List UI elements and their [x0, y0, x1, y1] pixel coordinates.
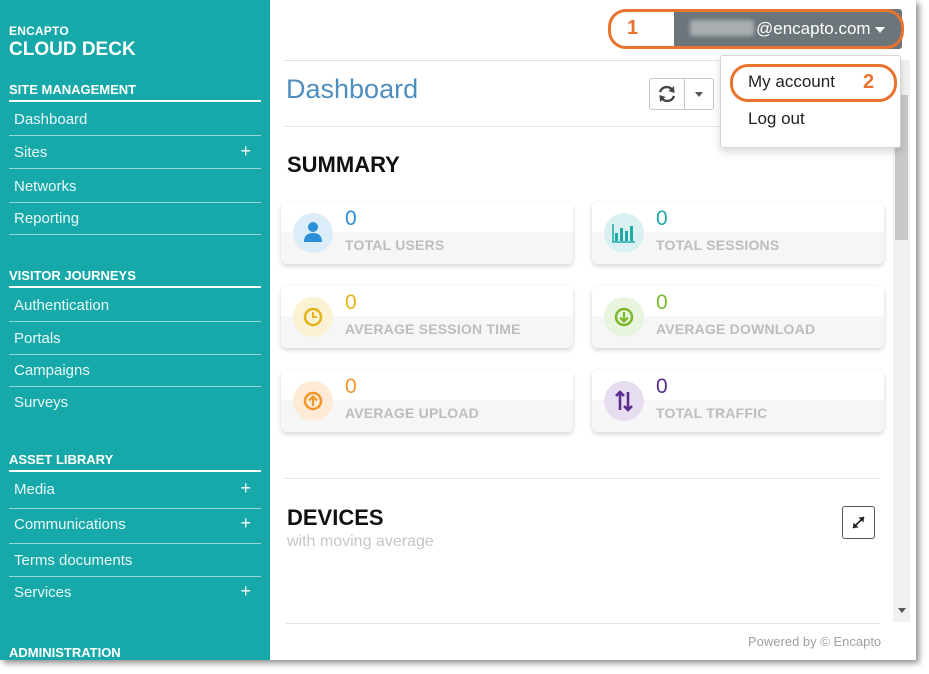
- sidebar-item-sites[interactable]: Sites +: [9, 137, 261, 169]
- sidebar-item-terms-documents[interactable]: Terms documents: [9, 545, 261, 577]
- caret-down-icon: [695, 92, 703, 97]
- sidebar-item-authentication[interactable]: Authentication: [9, 290, 261, 322]
- sidebar-item-label: Terms documents: [14, 552, 133, 569]
- stat-value: 0: [345, 291, 357, 314]
- stat-card-total-sessions: 0 TOTAL SESSIONS: [592, 202, 884, 264]
- page-title: Dashboard: [286, 74, 419, 104]
- devices-heading: DEVICES: [287, 505, 384, 530]
- sidebar-item-portals[interactable]: Portals: [9, 323, 261, 355]
- plus-icon[interactable]: +: [240, 513, 251, 534]
- stat-card-total-traffic: 0 TOTAL TRAFFIC: [592, 370, 884, 432]
- section-site-management: SITE MANAGEMENT: [9, 82, 261, 102]
- callout-number: 1: [627, 17, 639, 39]
- expand-icon: [852, 516, 865, 529]
- stat-value: 0: [345, 375, 357, 398]
- plus-icon[interactable]: +: [240, 478, 251, 499]
- stat-label: TOTAL USERS: [345, 237, 445, 253]
- scroll-down-arrow-icon[interactable]: [898, 608, 906, 613]
- user-icon: [293, 213, 333, 253]
- stat-value: 0: [656, 291, 668, 314]
- plus-icon[interactable]: +: [240, 581, 251, 602]
- sidebar-item-label: Authentication: [14, 297, 110, 314]
- callout-number: 2: [863, 71, 875, 93]
- sidebar-item-surveys[interactable]: Surveys: [9, 387, 261, 419]
- stat-label: AVERAGE DOWNLOAD: [656, 321, 816, 337]
- sidebar-item-communications[interactable]: Communications +: [9, 509, 261, 544]
- section-visitor-journeys: VISITOR JOURNEYS: [9, 268, 261, 288]
- sidebar-item-label: Communications: [14, 516, 126, 533]
- refresh-button[interactable]: [649, 78, 685, 110]
- footer-text: Powered by © Encapto: [748, 634, 882, 649]
- sidebar-item-label: Media: [14, 481, 55, 498]
- stat-card-average-download: 0 AVERAGE DOWNLOAD: [592, 286, 884, 348]
- stat-value: 0: [345, 207, 357, 230]
- sidebar-item-dashboard[interactable]: Dashboard: [9, 104, 261, 136]
- menu-item-log-out[interactable]: Log out: [748, 109, 805, 129]
- bar-chart-icon: [604, 213, 644, 253]
- stat-card-average-session-time: 0 AVERAGE SESSION TIME: [281, 286, 573, 348]
- traffic-icon: [604, 381, 644, 421]
- sidebar: ENCAPTO CLOUD DECK SITE MANAGEMENT Dashb…: [0, 0, 270, 660]
- callout-highlight-account: [608, 9, 904, 49]
- sidebar-item-label: Dashboard: [14, 111, 88, 128]
- stat-label: TOTAL SESSIONS: [656, 237, 780, 253]
- sidebar-item-services[interactable]: Services +: [9, 577, 261, 609]
- stat-value: 0: [656, 207, 668, 230]
- summary-heading: SUMMARY: [287, 152, 400, 177]
- sidebar-item-networks[interactable]: Networks: [9, 171, 261, 203]
- sidebar-item-label: Reporting: [14, 210, 80, 227]
- footer-divider: [286, 623, 880, 624]
- upload-icon: [293, 381, 333, 421]
- stat-label: AVERAGE SESSION TIME: [345, 321, 521, 337]
- sidebar-item-label: Services: [14, 584, 72, 601]
- stat-card-average-upload: 0 AVERAGE UPLOAD: [281, 370, 573, 432]
- brand-subtitle: ENCAPTO: [9, 24, 69, 38]
- download-icon: [604, 297, 644, 337]
- app-window: ENCAPTO CLOUD DECK SITE MANAGEMENT Dashb…: [0, 0, 916, 660]
- stat-card-total-users: 0 TOTAL USERS: [281, 202, 573, 264]
- refresh-options-dropdown[interactable]: [684, 78, 714, 110]
- sidebar-item-label: Surveys: [14, 394, 69, 411]
- stat-label: AVERAGE UPLOAD: [345, 405, 479, 421]
- sidebar-item-label: Sites: [14, 144, 48, 161]
- sidebar-item-reporting[interactable]: Reporting: [9, 203, 261, 235]
- sidebar-item-media[interactable]: Media +: [9, 474, 261, 509]
- stat-value: 0: [656, 375, 668, 398]
- sidebar-item-label: Portals: [14, 330, 61, 347]
- section-asset-library: ASSET LIBRARY: [9, 452, 261, 472]
- sidebar-item-label: Campaigns: [14, 362, 90, 379]
- main-content: @encapto.com 1 Dashboard SUMMARY 0 TOTAL…: [270, 0, 916, 660]
- sidebar-item-campaigns[interactable]: Campaigns: [9, 355, 261, 387]
- refresh-icon: [658, 85, 676, 103]
- clock-icon: [293, 297, 333, 337]
- brand-title[interactable]: CLOUD DECK: [9, 39, 136, 61]
- plus-icon[interactable]: +: [240, 141, 251, 162]
- stat-label: TOTAL TRAFFIC: [656, 405, 768, 421]
- devices-subtitle: with moving average: [287, 533, 434, 550]
- expand-button[interactable]: [842, 506, 875, 539]
- section-divider: [284, 478, 880, 479]
- sidebar-item-label: Networks: [14, 178, 77, 195]
- section-administration: ADMINISTRATION: [9, 645, 121, 660]
